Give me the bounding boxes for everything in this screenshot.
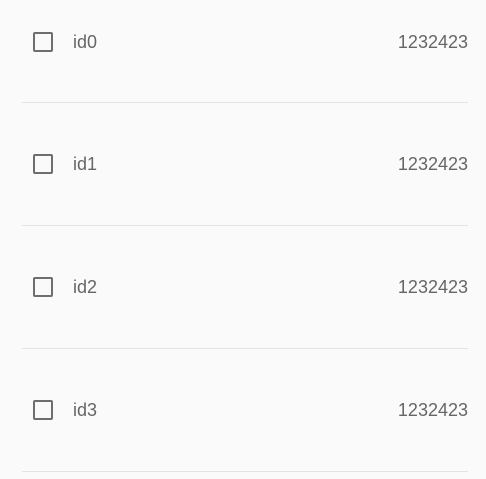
checkbox-id1[interactable] [33, 154, 53, 174]
item-list: id0 1232423 id1 1232423 id2 1232423 id3 … [0, 0, 486, 479]
list-item[interactable]: id2 1232423 [0, 269, 486, 309]
item-label: id3 [73, 400, 98, 420]
list-divider [22, 225, 468, 226]
item-value: 1232423 [397, 32, 468, 52]
item-value: 1232423 [397, 400, 468, 420]
list-item[interactable]: id0 1232423 [0, 24, 486, 64]
item-value: 1232423 [397, 277, 468, 297]
checkbox-id2[interactable] [33, 277, 53, 297]
item-label: id0 [73, 32, 98, 52]
list-divider [22, 102, 468, 103]
checkbox-id3[interactable] [33, 400, 53, 420]
list-item[interactable]: id3 1232423 [0, 392, 486, 432]
list-divider [22, 348, 468, 349]
item-label: id1 [73, 154, 98, 174]
checkbox-id0[interactable] [33, 32, 53, 52]
list-item[interactable]: id1 1232423 [0, 146, 486, 186]
item-label: id2 [73, 277, 98, 297]
list-divider [22, 471, 468, 472]
item-value: 1232423 [397, 154, 468, 174]
